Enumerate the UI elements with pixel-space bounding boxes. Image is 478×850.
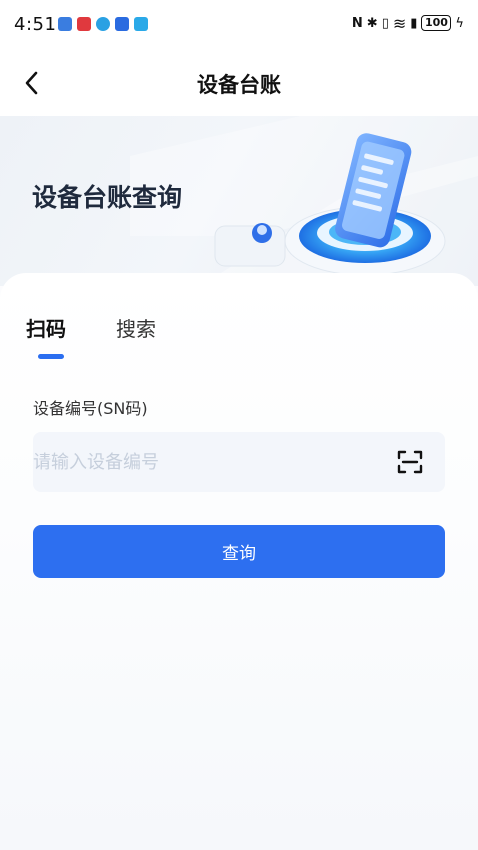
scan-icon[interactable] xyxy=(397,449,423,475)
status-time: 4:51 xyxy=(14,14,57,35)
battery-icon: 100 xyxy=(421,15,452,31)
sn-input[interactable] xyxy=(33,432,373,492)
query-card: 扫码 搜索 设备编号(SN码) 查询 xyxy=(0,273,478,850)
query-button[interactable]: 查询 xyxy=(33,525,445,578)
sim-icon: ▮ xyxy=(410,15,418,31)
notification-app-icon xyxy=(134,17,148,31)
sn-input-container xyxy=(33,432,445,492)
status-icons: N ✱ ▯ ≋ ▮ 100 ϟ xyxy=(351,13,464,33)
active-tab-indicator xyxy=(38,354,64,359)
tab-search[interactable]: 搜索 xyxy=(116,313,156,342)
notification-app-icon xyxy=(96,17,110,31)
nfc-icon: N xyxy=(351,15,363,31)
notification-app-icon xyxy=(77,17,91,31)
notification-app-icon xyxy=(115,17,129,31)
notification-icons xyxy=(58,17,148,31)
tab-scan[interactable]: 扫码 xyxy=(26,313,66,342)
screen: 4:51 N ✱ ▯ ≋ ▮ 100 ϟ 设备台账 设备台账查询 扫码 搜索 设… xyxy=(0,0,478,850)
vibrate-icon: ▯ xyxy=(381,15,389,31)
banner-title: 设备台账查询 xyxy=(32,183,183,212)
wifi-icon: ≋ xyxy=(392,13,407,33)
bluetooth-icon: ✱ xyxy=(366,15,378,31)
sn-field-label: 设备编号(SN码) xyxy=(33,399,148,418)
notification-app-icon xyxy=(58,17,72,31)
charging-icon: ϟ xyxy=(455,15,464,31)
status-bar: 4:51 N ✱ ▯ ≋ ▮ 100 ϟ xyxy=(0,0,478,50)
page-title: 设备台账 xyxy=(197,73,281,97)
nav-bar: 设备台账 xyxy=(0,50,478,116)
banner: 设备台账查询 xyxy=(0,116,478,286)
